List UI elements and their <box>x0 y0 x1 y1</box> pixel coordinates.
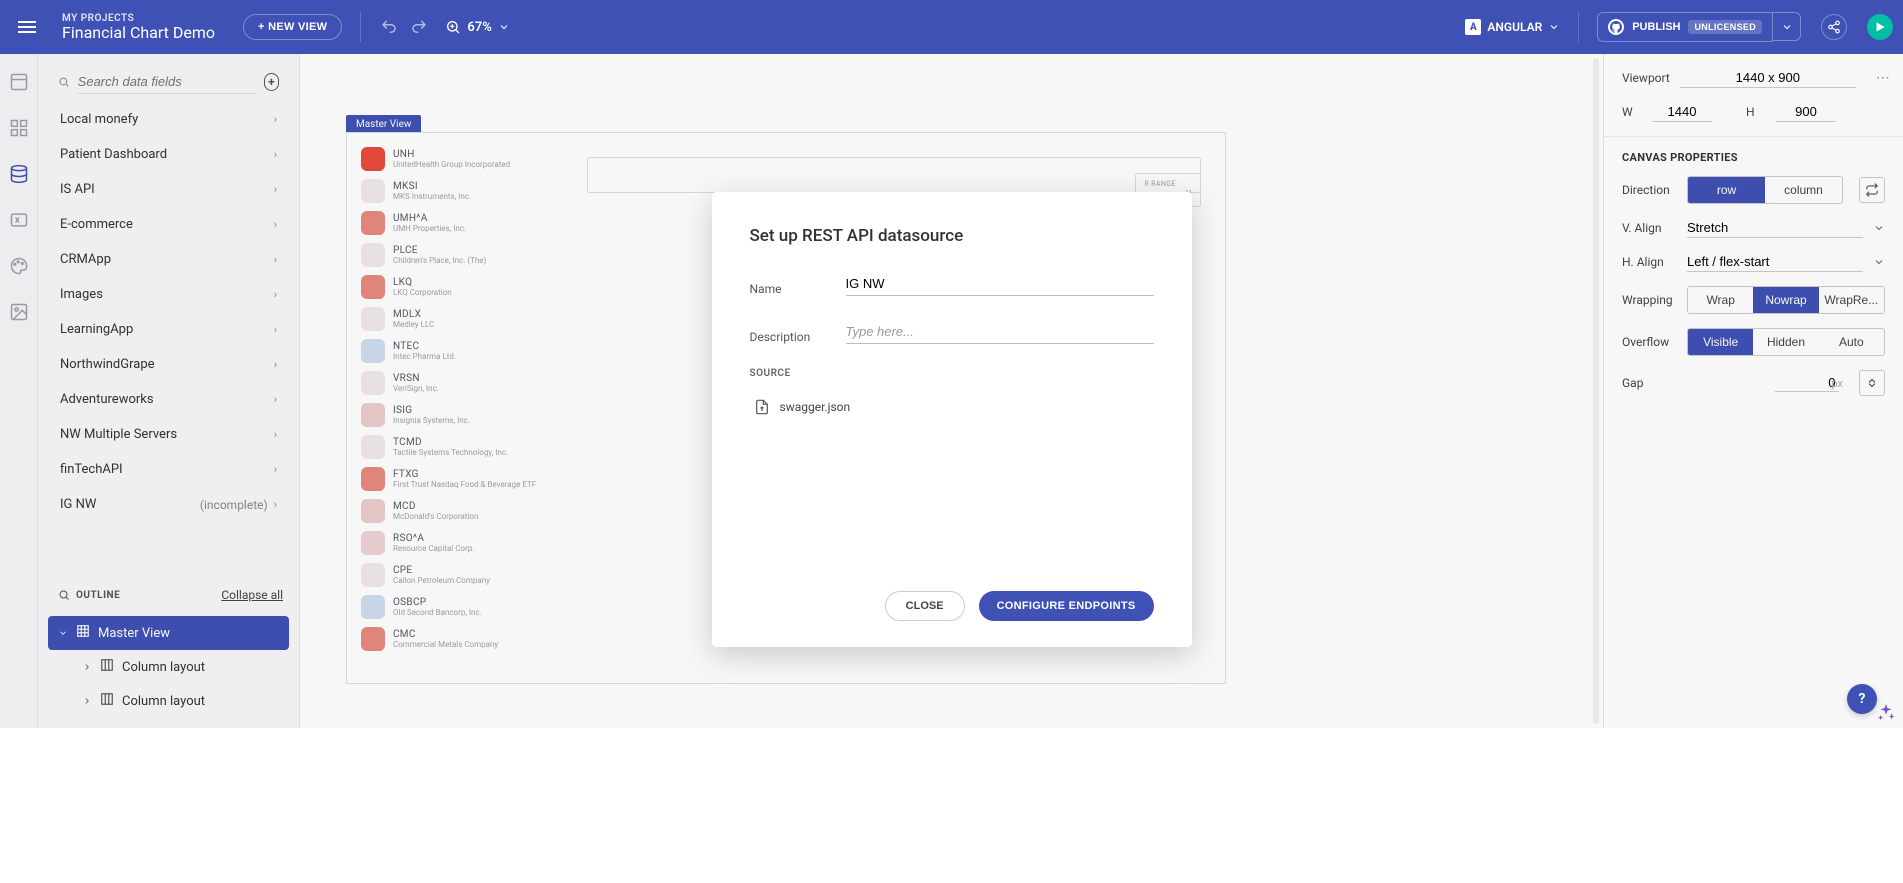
swagger-filename: swagger.json <box>780 400 851 414</box>
swagger-file-row[interactable]: swagger.json <box>750 393 1154 421</box>
menu-button[interactable] <box>16 16 38 38</box>
description-label: Description <box>750 330 836 344</box>
publish-button[interactable]: PUBLISH UNLICENSED <box>1597 12 1773 42</box>
zoom-level: 67% <box>467 20 491 35</box>
project-name: Financial Chart Demo <box>62 24 215 42</box>
description-input[interactable] <box>846 320 1154 344</box>
new-view-button[interactable]: + NEW VIEW <box>243 14 342 40</box>
chevron-down-icon <box>498 21 510 33</box>
undo-button[interactable] <box>379 17 399 37</box>
share-button[interactable] <box>1821 14 1847 40</box>
play-icon <box>1873 20 1887 34</box>
modal-title: Set up REST API datasource <box>750 226 1154 246</box>
sparkle-icon <box>1875 702 1897 724</box>
ai-assist-button[interactable] <box>1875 702 1897 724</box>
framework-select[interactable]: A ANGULAR <box>1465 19 1560 35</box>
app-header: MY PROJECTS Financial Chart Demo + NEW V… <box>0 0 1903 54</box>
help-button[interactable]: ? <box>1847 684 1877 714</box>
file-upload-icon <box>754 399 770 415</box>
close-button[interactable]: CLOSE <box>885 591 965 621</box>
zoom-control[interactable]: 67% <box>445 19 509 35</box>
publish-label: PUBLISH <box>1632 21 1680 33</box>
redo-icon <box>410 18 428 36</box>
framework-label: ANGULAR <box>1487 20 1542 34</box>
share-icon <box>1827 20 1841 34</box>
configure-endpoints-button[interactable]: CONFIGURE ENDPOINTS <box>979 591 1154 621</box>
divider <box>360 12 361 42</box>
source-label: SOURCE <box>750 368 1154 379</box>
modal-overlay[interactable]: Set up REST API datasource Name Descript… <box>0 54 1903 728</box>
chevron-down-icon <box>1548 21 1560 33</box>
zoom-icon <box>445 19 461 35</box>
name-label: Name <box>750 282 836 296</box>
rest-api-modal: Set up REST API datasource Name Descript… <box>712 192 1192 647</box>
hamburger-icon <box>18 21 36 33</box>
license-badge: UNLICENSED <box>1688 20 1762 34</box>
chevron-down-icon <box>1781 21 1793 33</box>
angular-logo-icon: A <box>1465 19 1481 35</box>
project-title-block: MY PROJECTS Financial Chart Demo <box>62 13 215 42</box>
publish-more-button[interactable] <box>1773 12 1801 41</box>
divider <box>1578 12 1579 42</box>
name-input[interactable] <box>846 272 1154 296</box>
preview-button[interactable] <box>1867 14 1893 40</box>
github-icon <box>1608 19 1624 35</box>
redo-button[interactable] <box>409 17 429 37</box>
breadcrumb-my-projects[interactable]: MY PROJECTS <box>62 13 215 24</box>
undo-icon <box>380 18 398 36</box>
